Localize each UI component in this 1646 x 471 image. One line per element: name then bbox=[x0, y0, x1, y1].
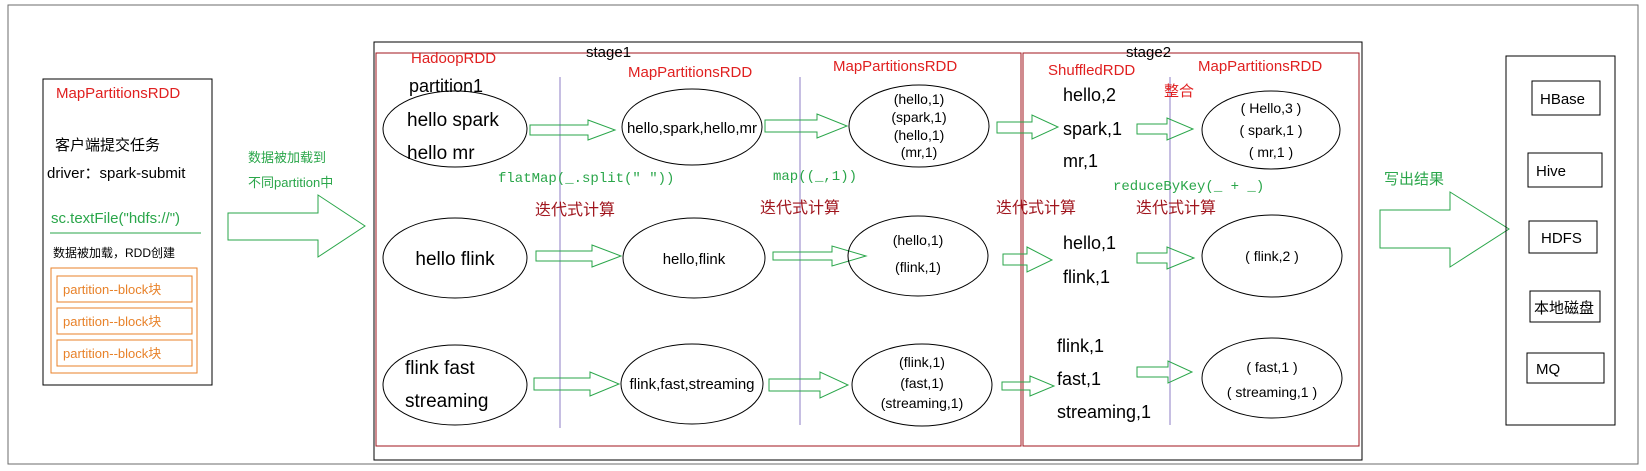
load-label-1: 数据被加载到 bbox=[248, 150, 326, 165]
pairs-3-3: (streaming,1) bbox=[881, 395, 963, 411]
pairs-partition-2 bbox=[847, 215, 989, 297]
iter-label-2: 迭代式计算 bbox=[760, 198, 840, 217]
result-partition-3 bbox=[1201, 337, 1343, 419]
op-reducebykey: reduceByKey(_ + _) bbox=[1113, 179, 1264, 195]
words-2: hello,flink bbox=[663, 251, 726, 268]
client-textfile: sc.textFile("hdfs://") bbox=[51, 210, 180, 227]
pairs-1-2: (spark,1) bbox=[891, 109, 946, 125]
map1-rdd-label: MapPartitionsRDD bbox=[628, 64, 752, 81]
op-flatmap: flatMap(_.split(" ")) bbox=[498, 171, 674, 187]
job-frame bbox=[373, 41, 1363, 461]
iter-label-4: 迭代式计算 bbox=[1136, 198, 1216, 217]
final-rdd-label: MapPartitionsRDD bbox=[1198, 58, 1322, 75]
block-3-label: partition--block块 bbox=[63, 346, 161, 361]
partition1-label: partition1 bbox=[409, 76, 483, 96]
sink-hive: Hive bbox=[1536, 163, 1566, 180]
input-2-line-1: hello flink bbox=[415, 249, 495, 270]
result-3-1: ( fast,1 ) bbox=[1246, 359, 1297, 375]
merge-label: 整合 bbox=[1164, 83, 1194, 100]
spark-wordcount-diagram: MapPartitionsRDD 客户端提交任务 driver：spark-su… bbox=[7, 4, 1639, 465]
map2-rdd-label: MapPartitionsRDD bbox=[833, 58, 957, 75]
input-3-line-2: streaming bbox=[405, 391, 488, 412]
shuffled-2-2: flink,1 bbox=[1063, 267, 1110, 287]
pairs-3-1: (flink,1) bbox=[899, 354, 945, 370]
arrow-r3-a bbox=[533, 371, 621, 397]
op-map: map((_,1)) bbox=[773, 169, 857, 185]
outer-frame bbox=[7, 4, 1639, 465]
arrow-r3-b bbox=[768, 371, 850, 399]
input-1-line-2: hello mr bbox=[407, 143, 475, 164]
arrow-r2-d bbox=[1136, 246, 1196, 270]
result-3-2: ( streaming,1 ) bbox=[1227, 384, 1317, 400]
words-1: hello,spark,hello,mr bbox=[627, 120, 757, 137]
block-1-label: partition--block块 bbox=[63, 282, 161, 297]
shuffled-1-3: mr,1 bbox=[1063, 151, 1098, 171]
pairs-1-3: (hello,1) bbox=[894, 127, 945, 143]
arrow-r1-c bbox=[996, 114, 1060, 140]
pairs-1-4: (mr,1) bbox=[901, 144, 938, 160]
load-label-2: 不同partition中 bbox=[248, 175, 333, 190]
input-partition-3 bbox=[382, 344, 528, 426]
pairs-2-1: (hello,1) bbox=[893, 232, 944, 248]
stage1-label: stage1 bbox=[586, 44, 631, 61]
pairs-3-2: (fast,1) bbox=[900, 375, 944, 391]
sink-localdisk: 本地磁盘 bbox=[1534, 299, 1594, 317]
shuffled-rdd-label: ShuffledRDD bbox=[1048, 62, 1135, 79]
shuffled-1-2: spark,1 bbox=[1063, 119, 1122, 139]
pairs-2-2: (flink,1) bbox=[895, 259, 941, 275]
arrow-r2-a bbox=[535, 244, 623, 268]
arrow-r3-c bbox=[1001, 375, 1056, 397]
arrow-r3-d bbox=[1136, 360, 1194, 384]
input-1-line-1: hello spark bbox=[407, 110, 499, 131]
sink-hdfs: HDFS bbox=[1541, 230, 1582, 247]
output-arrow bbox=[1379, 191, 1510, 268]
client-panel bbox=[42, 78, 213, 386]
result-1-3: ( mr,1 ) bbox=[1249, 144, 1293, 160]
client-submit-line2: driver：spark-submit bbox=[47, 165, 186, 182]
client-submit-line1: 客户端提交任务 bbox=[55, 136, 160, 154]
arrow-r1-d bbox=[1136, 117, 1195, 141]
arrow-r1-a bbox=[529, 119, 617, 141]
hadooprdd-label: HadoopRDD bbox=[411, 50, 496, 67]
iter-label-1: 迭代式计算 bbox=[535, 200, 615, 219]
block-2-label: partition--block块 bbox=[63, 314, 161, 329]
result-1-2: ( spark,1 ) bbox=[1239, 122, 1302, 138]
client-loaded: 数据被加载，RDD创建 bbox=[53, 245, 175, 260]
result-1-1: ( Hello,3 ) bbox=[1241, 100, 1302, 116]
stage2-label: stage2 bbox=[1126, 44, 1171, 61]
shuffled-3-2: fast,1 bbox=[1057, 369, 1101, 389]
sink-mq: MQ bbox=[1536, 361, 1560, 378]
result-2-1: ( flink,2 ) bbox=[1245, 248, 1299, 264]
arrow-r1-b bbox=[764, 113, 849, 139]
shuffled-1-1: hello,2 bbox=[1063, 85, 1116, 105]
pairs-1-1: (hello,1) bbox=[894, 91, 945, 107]
load-arrow bbox=[227, 194, 366, 258]
client-rdd-title: MapPartitionsRDD bbox=[56, 85, 180, 102]
arrow-r2-c bbox=[1002, 246, 1054, 273]
words-3: flink,fast,streaming bbox=[629, 376, 754, 393]
shuffled-3-3: streaming,1 bbox=[1057, 402, 1151, 422]
sink-hbase: HBase bbox=[1540, 91, 1585, 108]
iter-label-3: 迭代式计算 bbox=[996, 198, 1076, 217]
input-3-line-1: flink fast bbox=[405, 358, 475, 379]
shuffled-3-1: flink,1 bbox=[1057, 336, 1104, 356]
output-label: 写出结果 bbox=[1384, 171, 1444, 188]
shuffled-2-1: hello,1 bbox=[1063, 233, 1116, 253]
arrow-r2-b bbox=[772, 245, 868, 267]
